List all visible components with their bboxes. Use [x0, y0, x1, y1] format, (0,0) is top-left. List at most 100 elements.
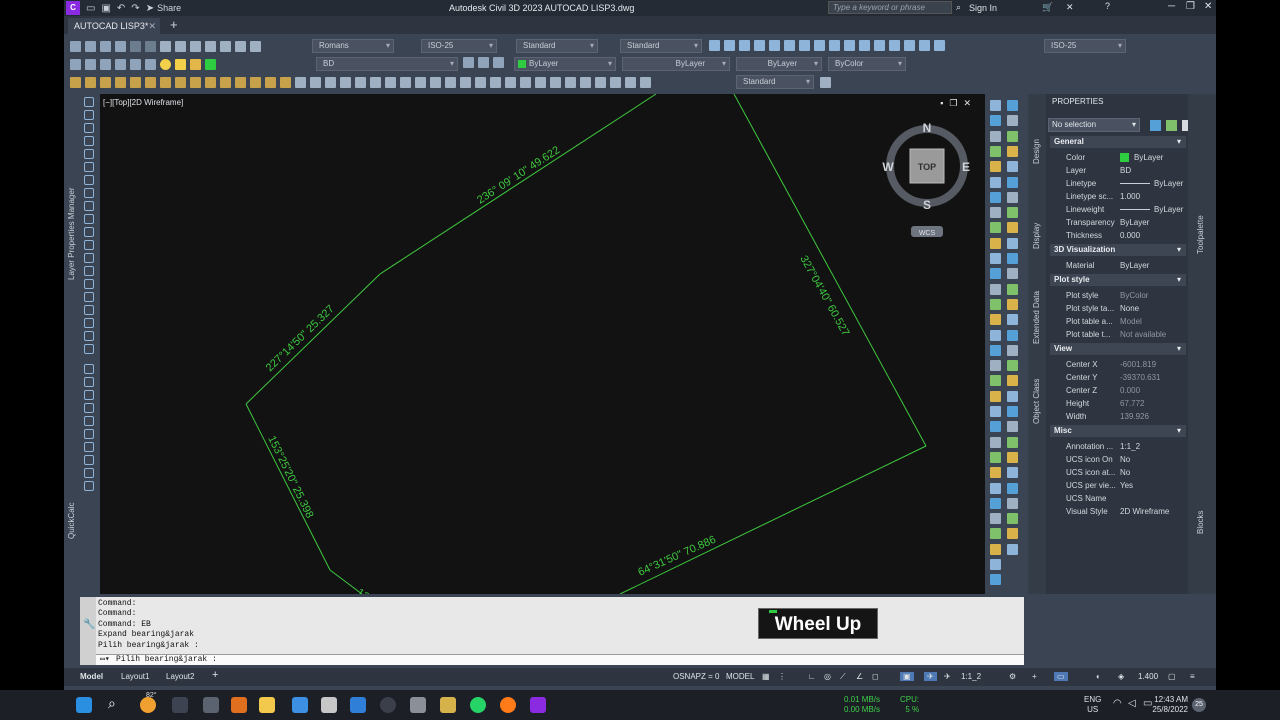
property-row[interactable]: Color ByLayer: [1050, 151, 1186, 164]
modify-tool-icon[interactable]: [990, 176, 1001, 188]
winrar-icon[interactable]: [440, 697, 456, 713]
property-value[interactable]: Yes: [1120, 479, 1133, 492]
property-row[interactable]: Linetype ByLayer: [1050, 177, 1186, 190]
view-iso-se-icon[interactable]: [595, 76, 606, 88]
modify-tool-icon[interactable]: [990, 314, 1001, 326]
dim-style-combo[interactable]: ISO-25: [421, 39, 497, 53]
clock[interactable]: 12:43 AM 25/8/2022: [1150, 695, 1188, 715]
new-icon[interactable]: [70, 40, 81, 52]
search-input[interactable]: Type a keyword or phrase: [828, 1, 952, 14]
ucs-previous-icon[interactable]: [310, 76, 321, 88]
line-icon[interactable]: [84, 97, 94, 107]
aligned-dim-icon[interactable]: [724, 40, 735, 51]
undo-tool-icon[interactable]: [130, 40, 141, 52]
property-row[interactable]: Height 67.772: [1050, 397, 1186, 410]
notification-badge[interactable]: 25: [1192, 698, 1206, 712]
ucs-3point-icon[interactable]: [400, 76, 411, 88]
modify-tool-icon[interactable]: [990, 191, 1001, 203]
osnap-insert-icon[interactable]: [220, 76, 231, 88]
property-value[interactable]: Not available: [1120, 328, 1166, 341]
modify-tool-icon[interactable]: [1007, 115, 1018, 127]
command-input[interactable]: ▭▾ Pilih bearing&jarak :: [96, 654, 1024, 665]
linetype-combo[interactable]: ByLayer: [622, 57, 730, 71]
display-tab[interactable]: Display: [1032, 223, 1041, 249]
property-row[interactable]: Linetype sc... 1.000: [1050, 190, 1186, 203]
ucs-x-icon[interactable]: [415, 76, 426, 88]
property-row[interactable]: Center Y -39370.631: [1050, 371, 1186, 384]
text-style-icon[interactable]: [250, 40, 261, 52]
app-logo-icon[interactable]: C: [66, 1, 80, 15]
property-row[interactable]: UCS icon On No: [1050, 453, 1186, 466]
lock-icon[interactable]: [190, 58, 201, 70]
add-selected-icon[interactable]: [84, 344, 94, 354]
section-view[interactable]: View: [1050, 343, 1186, 355]
jogged-dim-icon[interactable]: [784, 40, 795, 51]
gradient-icon[interactable]: [84, 292, 94, 302]
ellipse-arc-icon[interactable]: [84, 227, 94, 237]
dim-edit-icon[interactable]: [919, 40, 930, 51]
modify-tool-icon[interactable]: [990, 360, 1001, 372]
hatch-icon[interactable]: [84, 279, 94, 289]
compass-s-label[interactable]: S: [923, 198, 931, 212]
text-scale-icon[interactable]: [84, 429, 94, 439]
vl-icon[interactable]: [84, 468, 94, 478]
make-block-icon[interactable]: [84, 253, 94, 263]
property-row[interactable]: Material ByLayer: [1050, 259, 1186, 272]
language-indicator[interactable]: ENG US: [1084, 695, 1101, 715]
make-current-icon[interactable]: [463, 57, 474, 68]
layer-combo[interactable]: BD: [316, 57, 458, 71]
layer-manager-icon[interactable]: [70, 58, 81, 70]
boundary-edge[interactable]: [329, 569, 363, 594]
app-l-icon[interactable]: [350, 697, 366, 713]
modify-tool-icon[interactable]: [990, 482, 1001, 494]
annotation-monitor-icon[interactable]: +: [1032, 672, 1037, 681]
property-value[interactable]: -6001.819: [1120, 358, 1156, 371]
compass-w-label[interactable]: W: [882, 160, 894, 174]
property-value[interactable]: ByLayer: [1120, 216, 1149, 229]
property-row[interactable]: Layer BD: [1050, 164, 1186, 177]
insert-block-icon[interactable]: [84, 240, 94, 250]
toolpalette-tab[interactable]: Toolpalette: [1196, 215, 1205, 254]
task-view-icon[interactable]: [172, 697, 188, 713]
modify-tool-icon[interactable]: [990, 207, 1001, 219]
property-row[interactable]: UCS per vie... Yes: [1050, 479, 1186, 492]
property-value[interactable]: 0.000: [1120, 384, 1140, 397]
modify-tool-icon[interactable]: [990, 421, 1001, 433]
modify-tool-icon[interactable]: [1007, 191, 1018, 203]
modify-tool-icon[interactable]: [990, 100, 1001, 111]
property-value[interactable]: 2D Wireframe: [1120, 505, 1169, 518]
open-file-icon[interactable]: [85, 40, 96, 52]
property-row[interactable]: Plot table a... Model: [1050, 315, 1186, 328]
layout2-tab[interactable]: Layout2: [166, 672, 194, 681]
bearing-distance-label[interactable]: 327°04'40" 60.527: [797, 254, 851, 338]
modify-tool-icon[interactable]: [990, 130, 1001, 142]
section-plot-style[interactable]: Plot style: [1050, 274, 1186, 286]
search-app-icon[interactable]: [231, 697, 247, 713]
visual-style-combo[interactable]: Standard: [736, 75, 814, 89]
osnap-tangent-icon[interactable]: [175, 76, 186, 88]
linear-dim-icon[interactable]: [709, 40, 720, 51]
notes-icon[interactable]: [321, 697, 337, 713]
whatsapp-icon[interactable]: [470, 697, 486, 713]
extended-data-tab[interactable]: Extended Data: [1032, 291, 1041, 344]
undo-icon[interactable]: ↶: [117, 3, 125, 14]
zoom-window-icon[interactable]: [190, 40, 201, 52]
ordinate-dim-icon[interactable]: [754, 40, 765, 51]
property-value[interactable]: Model: [1120, 315, 1142, 328]
continue-dim-icon[interactable]: [859, 40, 870, 51]
visual-style-icon[interactable]: [640, 76, 651, 88]
osnap-none-icon[interactable]: [265, 76, 276, 88]
search-taskbar-icon[interactable]: ⌕: [108, 695, 124, 711]
property-row[interactable]: Center X -6001.819: [1050, 358, 1186, 371]
zoom-level-value[interactable]: 1.400: [1138, 672, 1158, 681]
print-icon[interactable]: [115, 40, 126, 52]
properties-tool-icon[interactable]: [220, 40, 231, 52]
text-style-combo[interactable]: Romans: [312, 39, 394, 53]
snap-icon[interactable]: ⋮: [778, 672, 786, 681]
firefox-icon[interactable]: [500, 697, 516, 713]
hardware-accel-icon[interactable]: ◈: [1118, 672, 1124, 681]
modify-tool-icon[interactable]: [990, 115, 1001, 127]
ucs-zaxis-icon[interactable]: [385, 76, 396, 88]
baseline-dim-icon[interactable]: [844, 40, 855, 51]
customization-menu-icon[interactable]: ≡: [1190, 672, 1195, 681]
